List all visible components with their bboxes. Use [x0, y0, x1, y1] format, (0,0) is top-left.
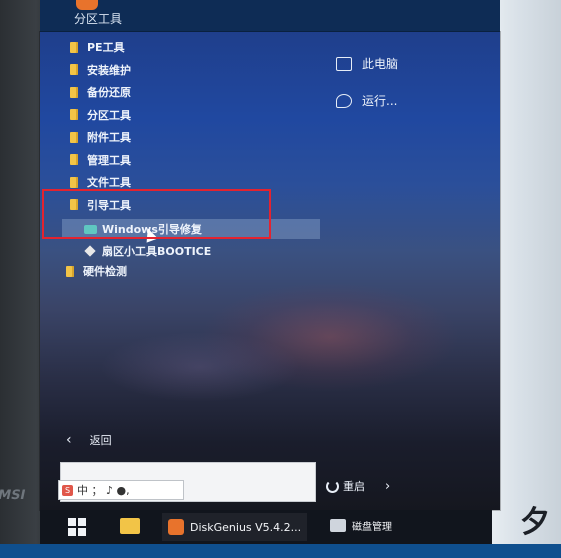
top-title: 分区工具 — [74, 12, 123, 26]
ime-logo-icon: S — [62, 484, 73, 496]
folder-label: 附件工具 — [87, 131, 131, 145]
this-pc-link[interactable]: 此电脑 — [336, 45, 398, 82]
monitor-icon — [336, 56, 352, 71]
windows-start-icon[interactable] — [68, 518, 86, 536]
run-label: 运行... — [362, 94, 398, 108]
back-label: 返回 — [89, 434, 112, 447]
folder-label: 文件工具 — [87, 176, 131, 190]
taskbar: DiskGenius V5.4.2... 磁盘管理 — [40, 510, 492, 544]
folder-icon — [66, 265, 74, 277]
folder-item-pe-tools[interactable]: PE工具 — [70, 36, 131, 59]
search-input[interactable] — [99, 467, 299, 481]
folder-icon — [70, 64, 78, 76]
top-strip: 分区工具 — [40, 0, 500, 36]
folder-label: 硬件检测 — [83, 265, 127, 279]
power-icon — [326, 479, 339, 493]
chevron-right-icon[interactable]: › — [385, 479, 390, 494]
taskbar-disk-management-label: 磁盘管理 — [352, 522, 392, 533]
bottom-strip — [0, 544, 561, 558]
folder-label: 备份还原 — [87, 86, 131, 100]
gear-icon — [84, 245, 96, 257]
run-icon — [336, 93, 352, 108]
taskbar-diskgenius-label: DiskGenius V5.4.2... — [190, 520, 302, 534]
folder-label: 管理工具 — [87, 153, 131, 167]
restart-label: 重启 — [343, 480, 365, 493]
folder-icon — [70, 109, 78, 121]
chevron-left-icon: ‹ — [66, 432, 72, 448]
run-link[interactable]: 运行... — [336, 82, 398, 119]
overlay-glyph: 夕 — [520, 505, 550, 540]
taskbar-diskgenius[interactable]: DiskGenius V5.4.2... — [162, 513, 308, 541]
right-column: 此电脑 运行... — [336, 45, 398, 119]
diskgenius-icon — [168, 519, 184, 535]
bezel-logo: MSI — [0, 488, 27, 503]
file-explorer-icon[interactable] — [120, 518, 140, 534]
folder-label: PE工具 — [87, 41, 125, 55]
folder-label: 安装维护 — [87, 63, 131, 77]
folder-item-install-maintenance[interactable]: 安装维护 — [70, 59, 131, 82]
menu-item-label: 扇区小工具BOOTICE — [102, 245, 212, 258]
ime-status-text: 中 ； ♪ ●, — [77, 484, 130, 497]
folder-icon — [70, 131, 78, 143]
restart-button[interactable]: 重启 › — [326, 478, 390, 494]
app-logo-icon — [76, 0, 98, 10]
folder-icon — [70, 154, 78, 166]
this-pc-label: 此电脑 — [362, 57, 399, 71]
back-button[interactable]: ‹ 返回 — [66, 432, 112, 448]
folder-item-management-tools[interactable]: 管理工具 — [70, 149, 131, 172]
highlight-annotation-box — [42, 189, 271, 239]
folder-item-backup-restore[interactable]: 备份还原 — [70, 81, 131, 104]
folder-item-accessory-tools[interactable]: 附件工具 — [70, 126, 131, 149]
wallpaper-glow-secondary — [100, 332, 300, 402]
folder-label: 分区工具 — [87, 108, 131, 122]
folder-item-partition-tools[interactable]: 分区工具 — [70, 104, 131, 127]
folder-icon — [70, 41, 78, 53]
menu-item-bootice[interactable]: 扇区小工具BOOTICE — [62, 241, 320, 261]
taskbar-disk-management[interactable]: 磁盘管理 — [330, 518, 392, 533]
disk-management-icon — [330, 519, 346, 532]
ime-toolbar[interactable]: S 中 ； ♪ ●, — [58, 480, 184, 500]
folder-icon — [70, 176, 78, 188]
folder-item-hardware-detect[interactable]: 硬件检测 — [66, 260, 127, 283]
folder-icon — [70, 86, 78, 98]
